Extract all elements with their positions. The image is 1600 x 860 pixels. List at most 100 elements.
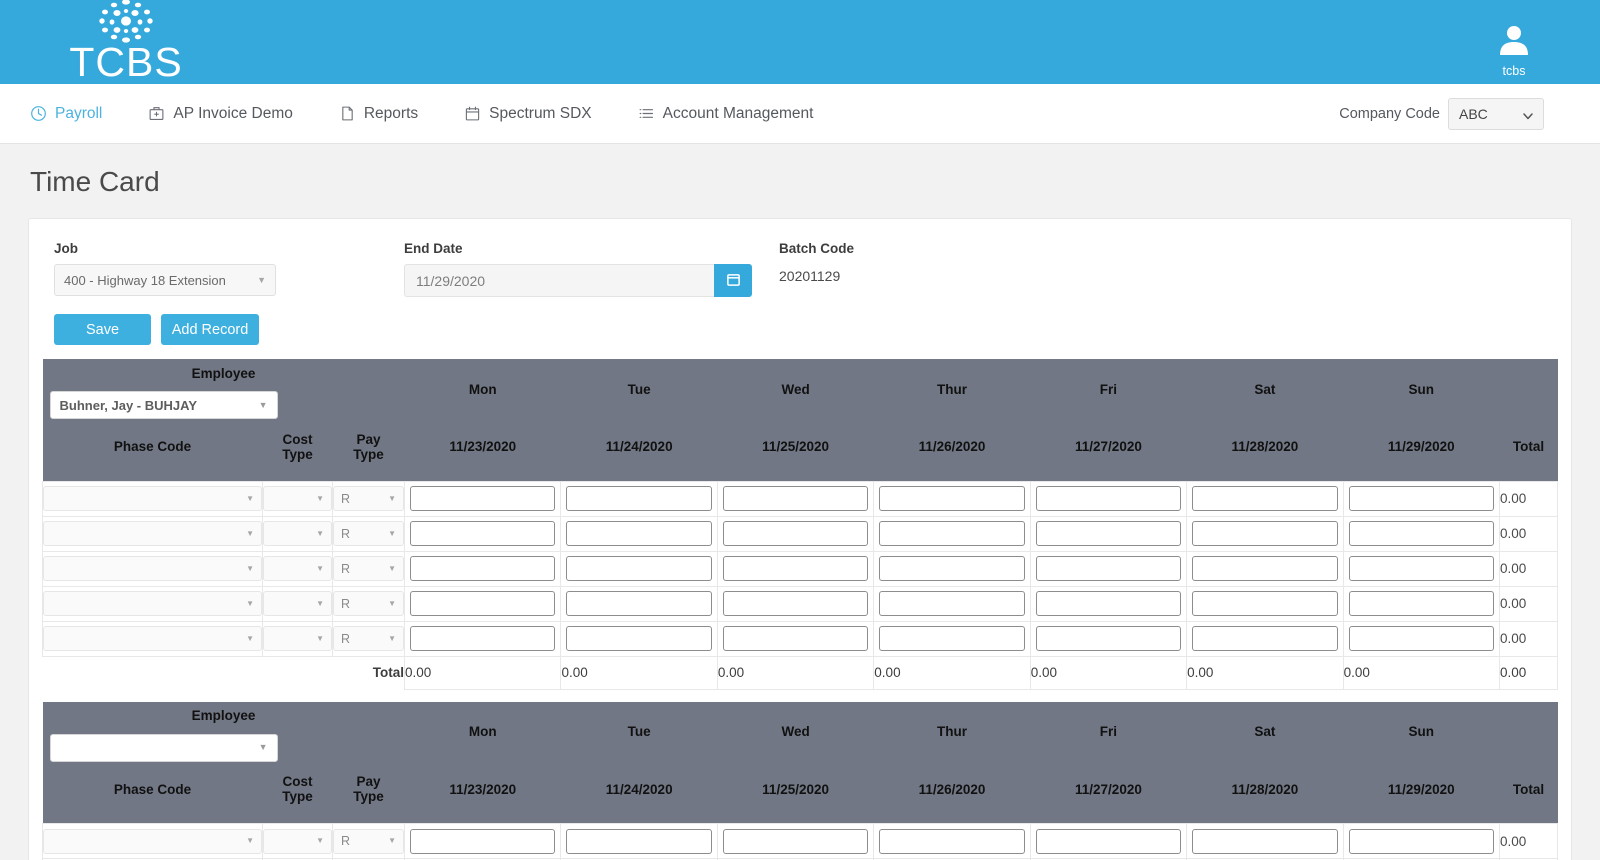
batch-code-field-group: Batch Code 20201129 — [779, 241, 854, 297]
row-total-cell: 0.00 — [1499, 480, 1558, 517]
hours-input[interactable] — [1348, 626, 1494, 651]
day-total-cell: 0.00 — [716, 655, 875, 690]
hours-input[interactable] — [1348, 521, 1494, 546]
day-date-header: 11/27/2020 — [1030, 419, 1187, 481]
hours-input[interactable] — [410, 626, 556, 651]
day-date-header: 11/23/2020 — [404, 419, 561, 481]
hours-cell — [404, 823, 562, 859]
pay-type-value: R — [341, 834, 351, 848]
cost-type-select[interactable]: ▼ — [263, 828, 332, 854]
hours-input[interactable] — [410, 556, 556, 581]
hours-input[interactable] — [1348, 556, 1494, 581]
hours-cell — [873, 585, 1031, 622]
hours-input[interactable] — [566, 556, 712, 581]
company-code-value: ABC — [1459, 105, 1488, 122]
hours-cell — [873, 620, 1031, 657]
nav-item-ap-invoice-demo[interactable]: AP Invoice Demo — [148, 105, 293, 123]
hours-input[interactable] — [1035, 626, 1182, 651]
hours-input[interactable] — [722, 591, 869, 616]
row-total-cell: 0.00 — [1499, 620, 1558, 657]
user-menu[interactable]: tcbs — [1484, 22, 1544, 78]
hours-input[interactable] — [1035, 486, 1182, 511]
phase-code-select[interactable]: ▼ — [43, 828, 262, 854]
pay-type-select[interactable]: R ▼ — [333, 521, 405, 546]
hours-input[interactable] — [566, 521, 712, 546]
hours-input[interactable] — [1035, 521, 1182, 546]
nav-item-spectrum-sdx[interactable]: Spectrum SDX — [464, 105, 592, 123]
hours-input[interactable] — [410, 828, 556, 854]
day-date-header: 11/29/2020 — [1343, 761, 1500, 824]
hours-cell — [560, 823, 718, 859]
hours-input[interactable] — [1192, 556, 1338, 581]
hours-cell — [873, 515, 1031, 552]
employee-select[interactable]: Buhner, Jay - BUHJAY ▼ — [49, 391, 278, 419]
nav-item-reports[interactable]: Reports — [339, 105, 418, 123]
job-select[interactable]: 400 - Highway 18 Extension ▼ — [54, 264, 276, 296]
cost-type-select[interactable]: ▼ — [263, 626, 332, 651]
day-name-header: Sun — [1343, 701, 1500, 762]
pay-type-select[interactable]: R ▼ — [333, 626, 405, 651]
hours-input[interactable] — [1035, 828, 1182, 854]
hours-input[interactable] — [1192, 626, 1338, 651]
phase-code-select[interactable]: ▼ — [43, 591, 262, 616]
hours-cell — [716, 515, 875, 552]
pay-type-select[interactable]: R ▼ — [333, 486, 405, 511]
phase-code-select[interactable]: ▼ — [43, 556, 262, 581]
hours-input[interactable] — [722, 828, 869, 854]
phase-code-select[interactable]: ▼ — [43, 486, 262, 511]
hours-input[interactable] — [1348, 828, 1494, 854]
hours-input[interactable] — [879, 591, 1025, 616]
hours-input[interactable] — [722, 486, 869, 511]
table-row: ▼▼R▼0.00 — [42, 480, 1558, 517]
hours-input[interactable] — [410, 591, 556, 616]
hours-input[interactable] — [566, 626, 712, 651]
pay-type-select[interactable]: R ▼ — [333, 556, 405, 581]
hours-cell — [1186, 823, 1344, 859]
hours-input[interactable] — [1035, 556, 1182, 581]
hours-input[interactable] — [1192, 521, 1338, 546]
hours-input[interactable] — [410, 486, 556, 511]
nav-item-payroll[interactable]: Payroll — [30, 105, 102, 123]
company-code-select[interactable]: ABC — [1448, 97, 1544, 130]
pay-type-select[interactable]: R ▼ — [333, 828, 405, 854]
end-date-input[interactable] — [404, 264, 714, 297]
hours-input[interactable] — [1348, 486, 1494, 511]
hours-input[interactable] — [1348, 591, 1494, 616]
hours-cell — [1186, 620, 1344, 657]
hours-input[interactable] — [1192, 591, 1338, 616]
day-name-header: Sat — [1186, 359, 1344, 419]
employee-timecard-block: Employee Buhner, Jay - BUHJAY ▼ Mon Tue Wed Th… — [29, 359, 1571, 690]
logo[interactable]: TCBS — [66, 0, 186, 83]
nav-item-account-management[interactable]: Account Management — [638, 105, 813, 123]
cost-type-select[interactable]: ▼ — [263, 591, 332, 616]
hours-input[interactable] — [722, 521, 869, 546]
company-code-control: Company Code ABC — [1339, 97, 1544, 130]
day-date-header: 11/24/2020 — [560, 761, 718, 824]
add-record-button[interactable]: Add Record — [161, 314, 259, 345]
hours-input[interactable] — [879, 828, 1025, 854]
hours-input[interactable] — [879, 521, 1025, 546]
cost-type-select[interactable]: ▼ — [263, 486, 332, 511]
hours-input[interactable] — [1192, 486, 1338, 511]
date-picker-button[interactable] — [714, 264, 752, 297]
hours-input[interactable] — [879, 486, 1025, 511]
hours-cell — [1342, 823, 1501, 859]
hours-input[interactable] — [1035, 591, 1182, 616]
hours-input[interactable] — [879, 626, 1025, 651]
hours-input[interactable] — [722, 556, 869, 581]
hours-input[interactable] — [1192, 828, 1338, 854]
cost-type-select[interactable]: ▼ — [263, 556, 332, 581]
hours-input[interactable] — [410, 521, 556, 546]
row-total-cell: 0.00 — [1499, 550, 1558, 587]
phase-code-select[interactable]: ▼ — [43, 626, 262, 651]
phase-code-select[interactable]: ▼ — [43, 521, 262, 546]
employee-select[interactable]: ▼ — [49, 733, 278, 762]
hours-input[interactable] — [722, 626, 869, 651]
cost-type-select[interactable]: ▼ — [263, 521, 332, 546]
hours-input[interactable] — [879, 556, 1025, 581]
hours-input[interactable] — [566, 828, 712, 854]
hours-input[interactable] — [566, 591, 712, 616]
hours-input[interactable] — [566, 486, 712, 511]
pay-type-select[interactable]: R ▼ — [333, 591, 405, 616]
save-button[interactable]: Save — [54, 314, 151, 345]
